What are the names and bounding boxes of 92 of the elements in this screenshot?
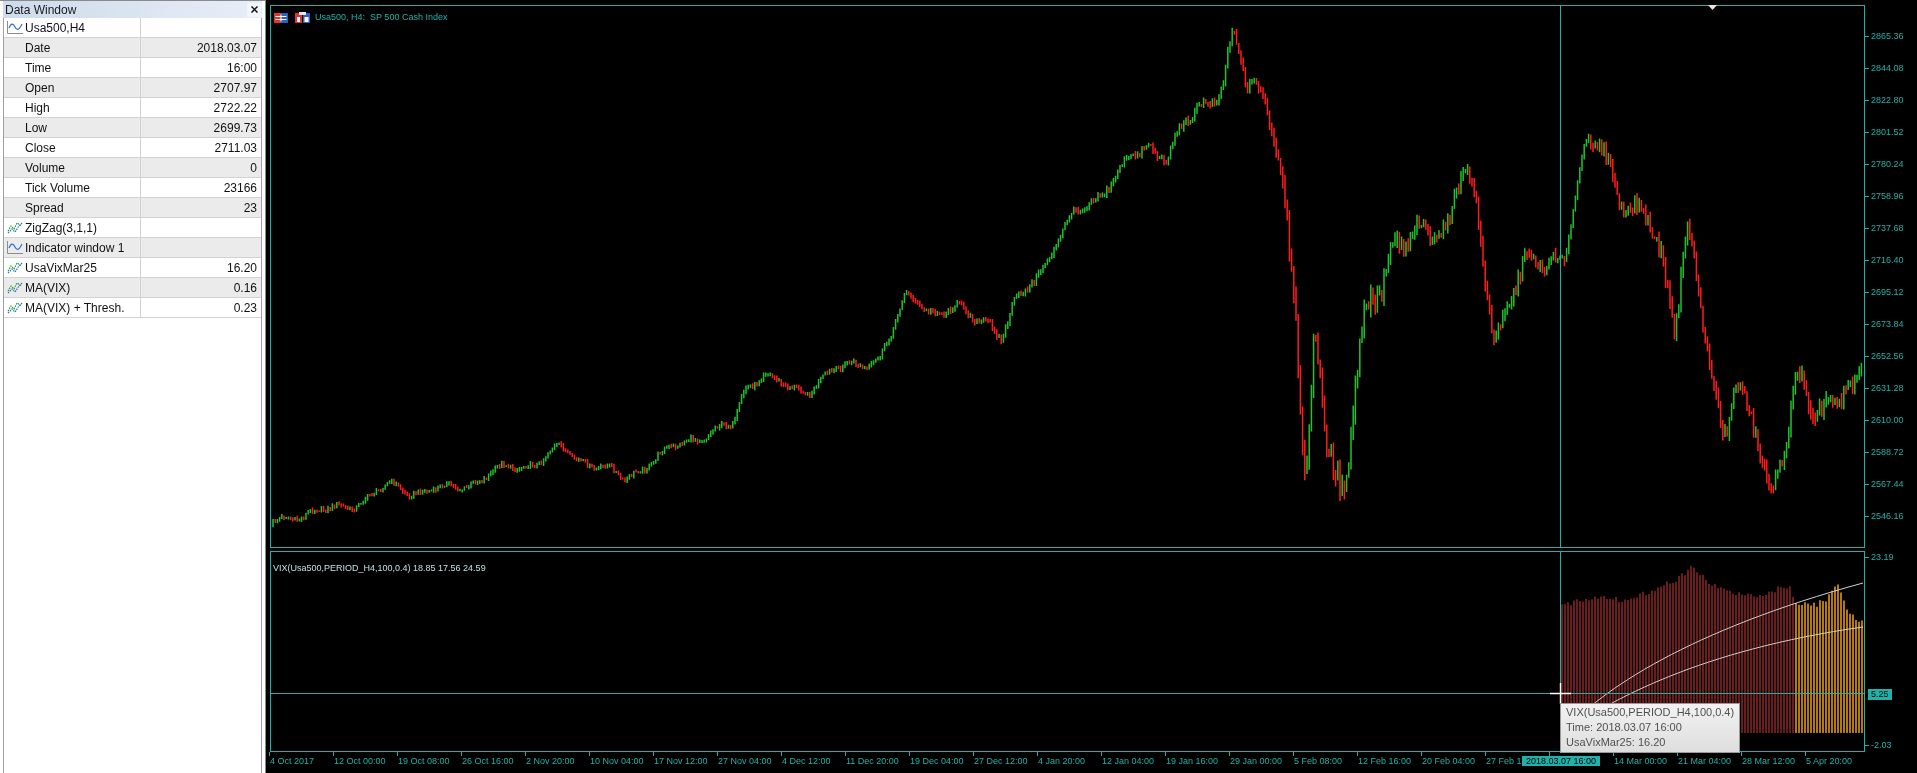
row-label: Volume bbox=[25, 160, 66, 175]
row-label: MA(VIX) + Thresh. bbox=[25, 300, 125, 315]
tooltip-line: Time: 2018.03.07 16:00 bbox=[1566, 720, 1683, 735]
price-label: 2844.08 bbox=[1871, 62, 1904, 74]
price-label: 2567.44 bbox=[1871, 478, 1904, 490]
time-label: 12 Oct 00:00 bbox=[334, 756, 386, 767]
time-label: 29 Jan 00:00 bbox=[1230, 756, 1283, 767]
row-value: 16:00 bbox=[226, 60, 257, 75]
time-label: 27 Dec 12:00 bbox=[974, 756, 1028, 767]
indicator-axis-label: -2.03 bbox=[1871, 739, 1892, 751]
row-value: 23 bbox=[243, 200, 257, 215]
price-label: 2801.52 bbox=[1871, 126, 1904, 138]
tooltip-line: UsaVixMar25: 16.20 bbox=[1566, 735, 1667, 750]
dotted-wave-icon bbox=[7, 261, 23, 274]
time-label: 28 Mar 12:00 bbox=[1742, 756, 1796, 767]
time-label: 21 Mar 04:00 bbox=[1678, 756, 1732, 767]
time-label: 26 Oct 16:00 bbox=[462, 756, 514, 767]
grid-icon[interactable] bbox=[274, 12, 288, 23]
row-value: 0.16 bbox=[233, 280, 257, 295]
row-label: Indicator window 1 bbox=[25, 240, 125, 255]
price-label: 2822.80 bbox=[1871, 94, 1904, 106]
price-label: 2588.72 bbox=[1871, 446, 1904, 458]
row-label: Low bbox=[25, 120, 47, 135]
row-value: 2722.22 bbox=[213, 100, 257, 115]
row-value: 2707.97 bbox=[213, 80, 257, 95]
row-label: MA(VIX) bbox=[25, 280, 71, 295]
close-icon bbox=[250, 6, 258, 13]
row-value: 23166 bbox=[223, 180, 257, 195]
time-label: 12 Feb 16:00 bbox=[1358, 756, 1412, 767]
row-label: High bbox=[25, 100, 50, 115]
axis-tick bbox=[269, 752, 270, 756]
row-value: 2711.03 bbox=[214, 140, 257, 155]
time-label: 19 Jan 16:00 bbox=[1166, 756, 1219, 767]
row-label: Tick Volume bbox=[25, 180, 90, 195]
time-label: 11 Dec 20:00 bbox=[846, 756, 899, 767]
row-value: 0.23 bbox=[233, 300, 257, 315]
row-label: Time bbox=[25, 60, 52, 75]
price-label: 2673.84 bbox=[1871, 318, 1904, 330]
chart-tile-icon[interactable] bbox=[295, 12, 310, 23]
row-label: ZigZag(3,1,1) bbox=[25, 220, 98, 235]
crosshair-cursor-icon bbox=[1549, 682, 1572, 705]
line-chart-icon bbox=[7, 21, 23, 34]
time-label: 17 Nov 12:00 bbox=[654, 756, 708, 767]
time-label: 4 Oct 2017 bbox=[270, 756, 315, 767]
row-label: Spread bbox=[25, 200, 64, 215]
price-label: 2716.40 bbox=[1871, 254, 1904, 266]
price-label: 2631.28 bbox=[1871, 382, 1904, 394]
time-label: 19 Oct 08:00 bbox=[398, 756, 450, 767]
price-label: 2865.36 bbox=[1871, 30, 1904, 42]
panel-title: Data Window bbox=[5, 2, 77, 17]
time-label: 27 Nov 04:00 bbox=[718, 756, 772, 767]
price-label: 2610.00 bbox=[1871, 414, 1904, 426]
row-value: 2018.03.07 bbox=[196, 40, 257, 55]
price-label: 2780.24 bbox=[1871, 158, 1904, 170]
axis-tick bbox=[1677, 752, 1678, 756]
price-label: 2695.12 bbox=[1871, 286, 1904, 298]
time-label: 4 Dec 12:00 bbox=[782, 756, 831, 767]
price-label: 2737.68 bbox=[1871, 222, 1904, 234]
row-value: 2699.73 bbox=[213, 120, 257, 135]
indicator-axis-label: 23.19 bbox=[1871, 551, 1894, 563]
time-label: 2 Nov 20:00 bbox=[526, 756, 575, 767]
time-label: 12 Jan 04:00 bbox=[1102, 756, 1155, 767]
time-label: 10 Nov 04:00 bbox=[590, 756, 644, 767]
line-chart-icon bbox=[7, 241, 23, 254]
dotted-wave-icon bbox=[7, 301, 23, 314]
time-label: 14 Mar 00:00 bbox=[1614, 756, 1668, 767]
row-label: Date bbox=[25, 40, 51, 55]
axis-tick bbox=[1613, 752, 1614, 756]
crosshair-value-label: 5.25 bbox=[1868, 689, 1892, 700]
dotted-wave-icon bbox=[7, 281, 23, 294]
row-value: 16.20 bbox=[226, 260, 257, 275]
row-label: Open bbox=[25, 80, 55, 95]
close-button[interactable] bbox=[247, 2, 261, 17]
time-label: 19 Dec 04:00 bbox=[910, 756, 964, 767]
chart-title: Usa500, H4: SP 500 Cash Index bbox=[315, 12, 448, 23]
time-label: 4 Jan 20:00 bbox=[1038, 756, 1086, 767]
price-label: 2546.16 bbox=[1871, 510, 1904, 522]
price-label: 2652.56 bbox=[1871, 350, 1904, 362]
tooltip-line: VIX(Usa500,PERIOD_H4,100,0.4) bbox=[1566, 705, 1735, 720]
shift-marker-icon[interactable] bbox=[1708, 5, 1717, 10]
indicator-title: VIX(Usa500,PERIOD_H4,100,0.4) 18.85 17.56 24.59 bbox=[273, 563, 486, 573]
time-label: 27 Feb 1 bbox=[1486, 756, 1522, 767]
crosshair-time-label: 2018.03.07 16:00 bbox=[1522, 756, 1601, 766]
time-label: 5 Apr 20:00 bbox=[1806, 756, 1853, 767]
row-value: 0 bbox=[250, 160, 257, 175]
dotted-wave-icon bbox=[7, 221, 23, 234]
row-label: Close bbox=[25, 140, 56, 155]
row-label: UsaVixMar25 bbox=[25, 260, 97, 275]
price-label: 2758.96 bbox=[1871, 190, 1904, 202]
time-label: 5 Feb 08:00 bbox=[1294, 756, 1343, 767]
row-label: Usa500,H4 bbox=[25, 20, 86, 35]
time-label: 20 Feb 04:00 bbox=[1422, 756, 1476, 767]
